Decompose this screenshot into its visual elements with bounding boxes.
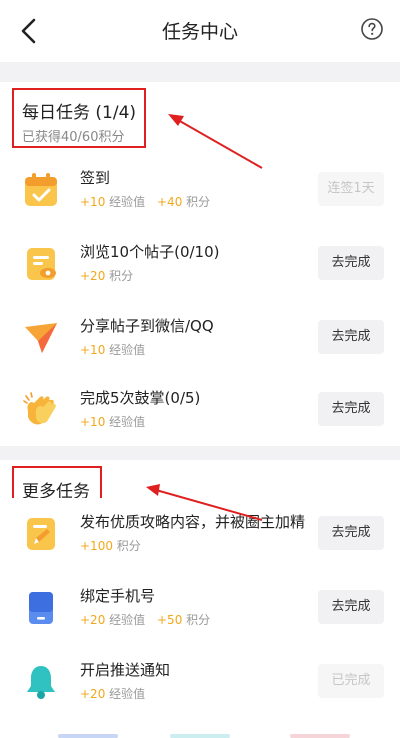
annotation-arrow bbox=[146, 484, 263, 521]
annotation-arrow bbox=[168, 114, 263, 169]
annotation-arrows bbox=[146, 114, 263, 521]
